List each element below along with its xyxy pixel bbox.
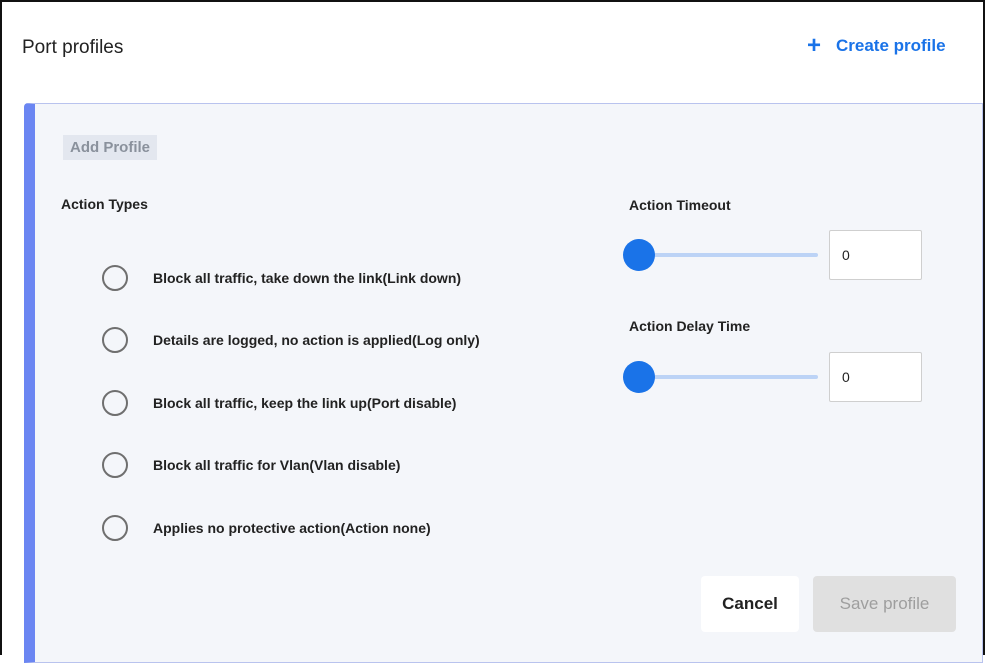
slider-thumb[interactable]	[623, 361, 655, 393]
action-type-label: Block all traffic for Vlan(Vlan disable)	[153, 457, 401, 473]
action-timeout-slider[interactable]	[623, 238, 818, 272]
add-profile-tag: Add Profile	[63, 135, 158, 160]
action-type-option-vlan-disable[interactable]: Block all traffic for Vlan(Vlan disable)	[102, 452, 400, 478]
action-type-option-action-none[interactable]: Applies no protective action(Action none…	[102, 515, 431, 541]
action-type-label: Details are logged, no action is applied…	[153, 332, 480, 348]
slider-thumb[interactable]	[623, 239, 655, 271]
action-timeout-label: Action Timeout	[629, 197, 731, 213]
action-types-label: Action Types	[61, 196, 148, 212]
save-profile-button[interactable]: Save profile	[813, 576, 956, 632]
plus-icon: +	[806, 32, 821, 59]
slider-track[interactable]	[631, 253, 818, 257]
create-profile-label: Create profile	[836, 36, 946, 55]
radio-button[interactable]	[102, 452, 128, 478]
action-type-option-log-only[interactable]: Details are logged, no action is applied…	[102, 327, 480, 353]
create-profile-button[interactable]: + Create profile	[806, 32, 946, 59]
action-type-label: Block all traffic, take down the link(Li…	[153, 270, 462, 286]
cancel-button[interactable]: Cancel	[701, 576, 799, 632]
radio-button[interactable]	[102, 327, 128, 353]
action-type-label: Applies no protective action(Action none…	[153, 520, 431, 536]
action-type-option-port-disable[interactable]: Block all traffic, keep the link up(Port…	[102, 390, 456, 416]
action-delay-slider[interactable]	[623, 360, 818, 394]
radio-button[interactable]	[102, 515, 128, 541]
action-timeout-input[interactable]	[829, 230, 922, 280]
page-title: Port profiles	[22, 37, 124, 58]
action-delay-label: Action Delay Time	[629, 318, 751, 334]
action-type-option-link-down[interactable]: Block all traffic, take down the link(Li…	[102, 265, 461, 291]
slider-track[interactable]	[631, 375, 818, 379]
radio-button[interactable]	[102, 390, 128, 416]
action-delay-input[interactable]	[829, 352, 922, 402]
radio-button[interactable]	[102, 265, 128, 291]
action-type-label: Block all traffic, keep the link up(Port…	[153, 395, 457, 411]
